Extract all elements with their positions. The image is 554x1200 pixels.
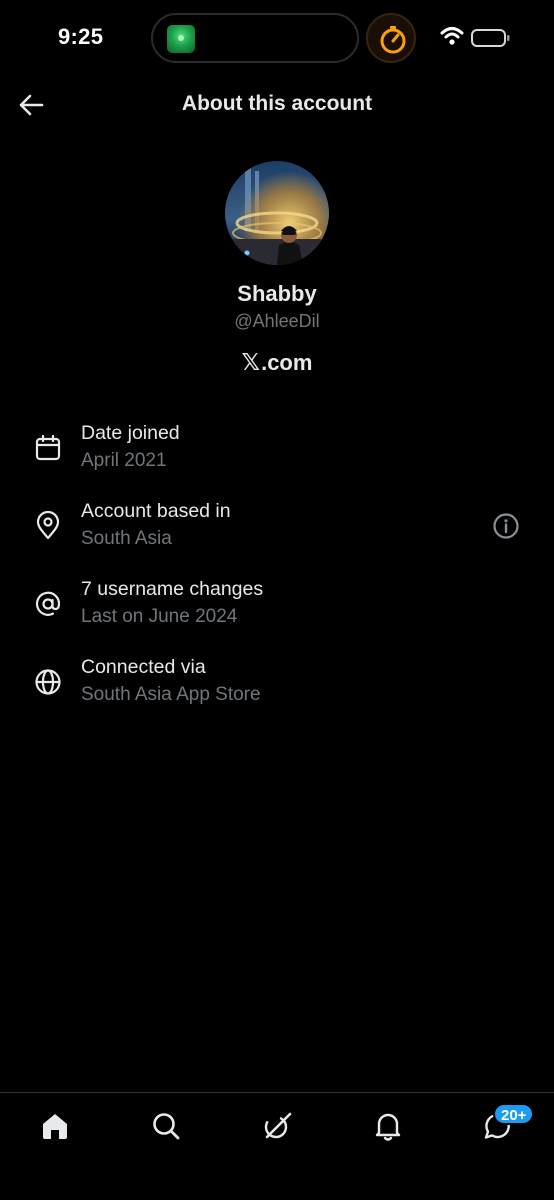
username-handle: @AhleeDil — [234, 311, 320, 331]
calendar-icon — [35, 434, 61, 461]
info-value: South Asia — [81, 528, 172, 549]
info-label: 7 username changes — [81, 578, 264, 600]
dynamic-island[interactable] — [151, 13, 359, 63]
info-row-account-based-in: Account based in South Asia — [0, 499, 554, 565]
globe-icon — [35, 669, 61, 695]
x-com-link[interactable]: 𝕏 .com — [0, 350, 554, 376]
info-row-date-joined: Date joined April 2021 — [0, 421, 554, 487]
at-sign-icon — [35, 591, 61, 616]
green-app-icon[interactable] — [167, 25, 195, 53]
bottom-tab-bar — [0, 1092, 554, 1200]
display-name: Shabby — [237, 281, 317, 306]
grok-icon[interactable] — [260, 1109, 294, 1143]
search-icon[interactable] — [149, 1109, 183, 1143]
messages-badge: 20+ — [493, 1103, 535, 1125]
x-logo-icon: 𝕏 — [241, 350, 261, 376]
stopwatch-icon[interactable] — [366, 13, 416, 63]
info-label: Account based in — [81, 500, 231, 522]
info-label: Connected via — [81, 656, 206, 678]
wifi-icon — [440, 27, 464, 45]
page-title: About this account — [181, 92, 373, 115]
info-label: Date joined — [81, 422, 180, 444]
top-app-bar: About this account — [0, 76, 554, 134]
battery-icon — [471, 29, 510, 47]
info-value: South Asia App Store — [81, 684, 261, 705]
status-bar: 9:25 — [0, 0, 554, 76]
info-row-username-changes: 7 username changes Last on June 2024 — [0, 577, 554, 643]
info-value: Last on June 2024 — [81, 606, 238, 627]
status-time: 9:25 — [58, 24, 104, 49]
info-value: April 2021 — [81, 450, 167, 471]
location-pin-icon — [36, 511, 60, 540]
bell-icon[interactable] — [371, 1109, 405, 1143]
home-icon[interactable] — [38, 1109, 72, 1143]
avatar[interactable] — [225, 161, 329, 265]
info-row-connected-via: Connected via South Asia App Store — [0, 655, 554, 721]
info-circle-icon[interactable] — [492, 512, 520, 540]
about-account-screen: 9:25 About this account Shabby @AhleeDil… — [0, 0, 554, 1200]
site-domain: .com — [261, 350, 313, 375]
